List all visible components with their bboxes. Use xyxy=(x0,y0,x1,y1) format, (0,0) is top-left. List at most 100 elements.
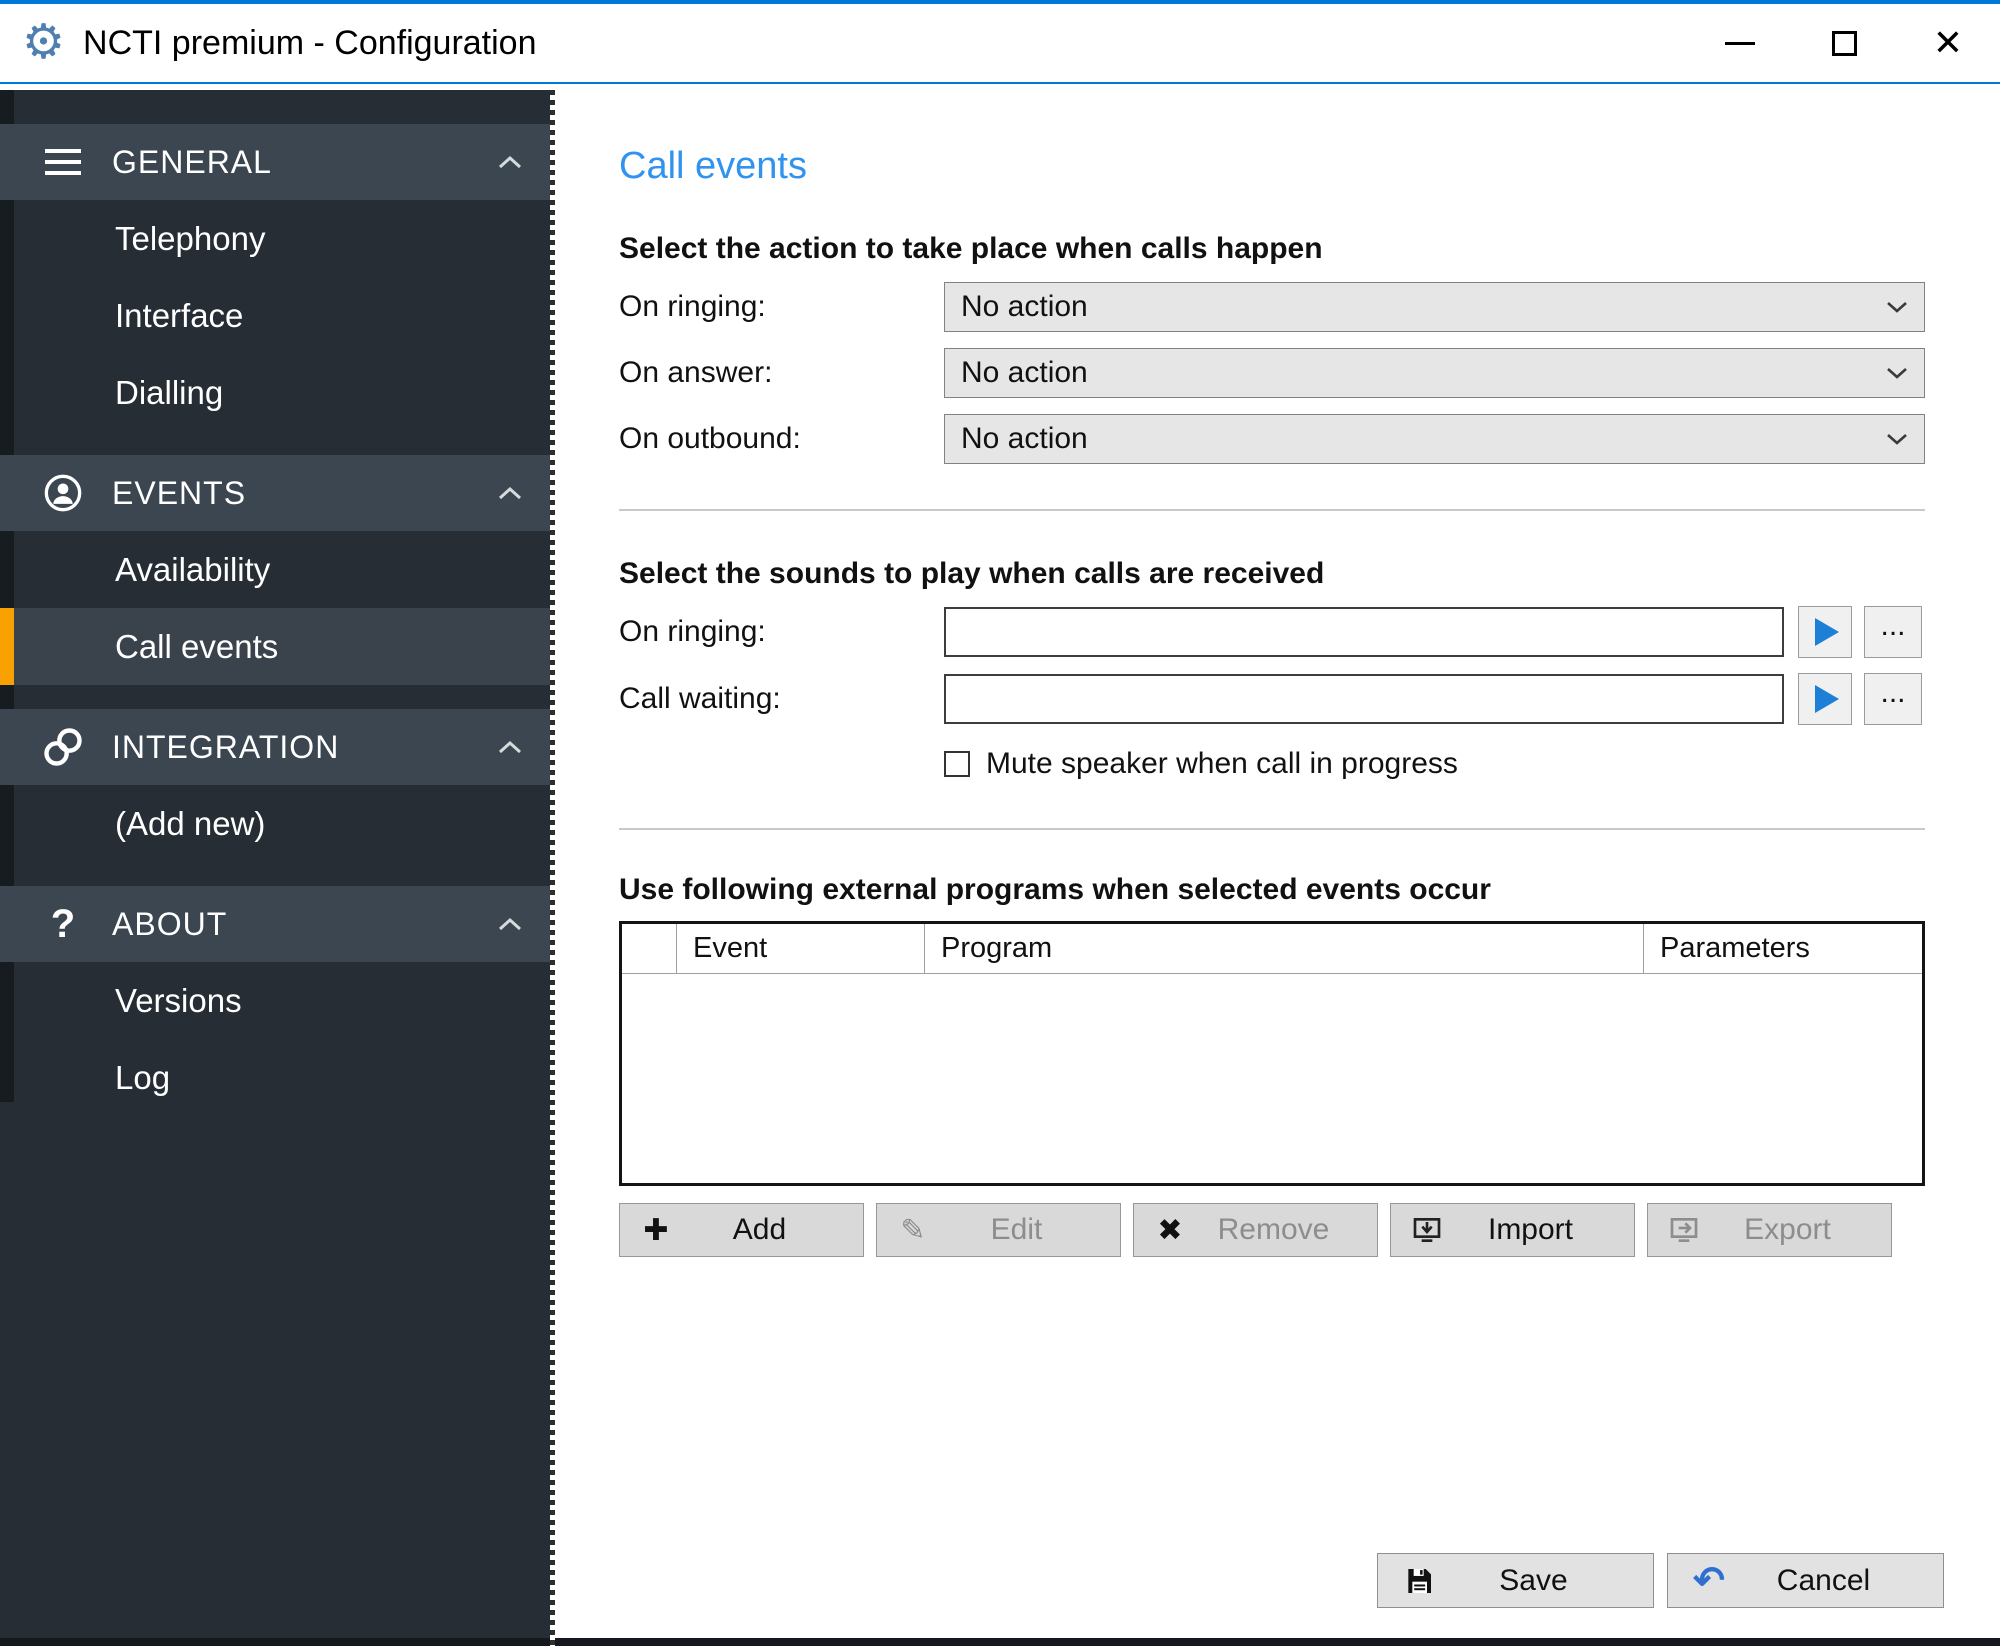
save-button[interactable]: Save xyxy=(1377,1553,1654,1608)
ringing-play-button[interactable] xyxy=(1798,606,1852,658)
main-panel: Call events Select the action to take pl… xyxy=(555,90,2000,1646)
sidebar-item-label: Call events xyxy=(115,628,278,666)
sidebar-item-dialling[interactable]: Dialling xyxy=(0,354,550,431)
ringing-browse-button[interactable]: ... xyxy=(1864,606,1922,658)
sidebar-item-telephony[interactable]: Telephony xyxy=(0,200,550,277)
ellipsis-icon: ... xyxy=(1880,676,1905,710)
save-icon xyxy=(1396,1565,1442,1597)
sidebar: GENERAL Telephony Interface Dialling EVE… xyxy=(0,90,550,1646)
remove-button[interactable]: ✖ Remove xyxy=(1133,1203,1378,1257)
chevron-up-icon xyxy=(498,486,522,500)
button-label: Save xyxy=(1442,1564,1653,1598)
footer-buttons: Save ↶ Cancel xyxy=(1377,1553,1944,1608)
column-header-program: Program xyxy=(925,924,1644,973)
sidebar-item-availability[interactable]: Availability xyxy=(0,531,550,608)
window-title: NCTI premium - Configuration xyxy=(83,24,536,63)
close-button[interactable]: ✕ xyxy=(1896,4,2000,82)
sidebar-header-events[interactable]: EVENTS xyxy=(0,455,550,531)
chevron-up-icon xyxy=(498,740,522,754)
cancel-arrow-icon: ↶ xyxy=(1686,1562,1732,1600)
sidebar-header-label: GENERAL xyxy=(112,144,272,181)
play-icon xyxy=(1815,685,1839,713)
combo-value: No action xyxy=(961,422,1088,456)
app-window: ⚙ NCTI premium - Configuration ✕ GENERAL… xyxy=(0,0,2000,1646)
sidebar-section-events: EVENTS Availability Call events xyxy=(0,455,550,685)
import-icon xyxy=(1405,1214,1449,1246)
play-icon xyxy=(1815,618,1839,646)
sidebar-item-log[interactable]: Log xyxy=(0,1039,550,1116)
on-ringing-label: On ringing: xyxy=(619,290,944,324)
waiting-sound-input[interactable] xyxy=(944,674,1784,724)
edit-icon: ✎ xyxy=(891,1213,935,1248)
sidebar-header-general[interactable]: GENERAL xyxy=(0,124,550,200)
import-button[interactable]: Import xyxy=(1390,1203,1635,1257)
button-label: Import xyxy=(1449,1213,1634,1247)
programs-table-body xyxy=(622,974,1922,1183)
splitter[interactable] xyxy=(550,90,555,1646)
cancel-button[interactable]: ↶ Cancel xyxy=(1667,1553,1944,1608)
waiting-play-button[interactable] xyxy=(1798,673,1852,725)
close-icon: ✕ xyxy=(1933,25,1963,61)
sidebar-item-label: Telephony xyxy=(115,220,265,258)
sidebar-header-label: EVENTS xyxy=(112,475,246,512)
sidebar-item-versions[interactable]: Versions xyxy=(0,962,550,1039)
waiting-sound-label: Call waiting: xyxy=(619,682,944,716)
button-label: Remove xyxy=(1192,1213,1377,1247)
mute-speaker-checkbox[interactable] xyxy=(944,751,970,777)
button-label: Edit xyxy=(935,1213,1120,1247)
app-gear-icon: ⚙ xyxy=(22,19,65,67)
minimize-icon xyxy=(1725,42,1755,45)
about-icon: ? xyxy=(38,902,88,947)
combo-value: No action xyxy=(961,356,1088,390)
page-title: Call events xyxy=(619,145,1925,188)
maximize-icon xyxy=(1832,31,1857,56)
export-button[interactable]: Export xyxy=(1647,1203,1892,1257)
events-icon xyxy=(38,473,88,513)
remove-icon: ✖ xyxy=(1148,1213,1192,1248)
sidebar-section-general: GENERAL Telephony Interface Dialling xyxy=(0,124,550,431)
menu-icon xyxy=(38,149,88,175)
sidebar-section-about: ? ABOUT Versions Log xyxy=(0,886,550,1116)
chevron-up-icon xyxy=(498,155,522,169)
integration-icon xyxy=(38,725,88,769)
sidebar-header-about[interactable]: ? ABOUT xyxy=(0,886,550,962)
maximize-button[interactable] xyxy=(1792,4,1896,82)
ellipsis-icon: ... xyxy=(1880,609,1905,643)
add-icon: ✚ xyxy=(634,1213,678,1248)
column-header-blank xyxy=(622,924,677,973)
on-ringing-select[interactable]: No action xyxy=(944,282,1925,332)
sidebar-item-call-events[interactable]: Call events xyxy=(0,608,550,685)
sidebar-item-label: Availability xyxy=(115,551,270,589)
waiting-browse-button[interactable]: ... xyxy=(1864,673,1922,725)
section-divider xyxy=(619,828,1925,830)
sidebar-header-integration[interactable]: INTEGRATION xyxy=(0,709,550,785)
ringing-sound-label: On ringing: xyxy=(619,615,944,649)
chevron-down-icon xyxy=(1886,301,1908,313)
programs-table: Event Program Parameters xyxy=(619,921,1925,1186)
combo-value: No action xyxy=(961,290,1088,324)
mute-speaker-row: Mute speaker when call in progress xyxy=(944,747,1925,781)
sidebar-section-integration: INTEGRATION (Add new) xyxy=(0,709,550,862)
sidebar-item-interface[interactable]: Interface xyxy=(0,277,550,354)
titlebar: ⚙ NCTI premium - Configuration ✕ xyxy=(0,4,2000,84)
minimize-button[interactable] xyxy=(1688,4,1792,82)
programs-table-header: Event Program Parameters xyxy=(622,924,1922,974)
caption-buttons: ✕ xyxy=(1688,4,2000,82)
ringing-sound-input[interactable] xyxy=(944,607,1784,657)
edit-button[interactable]: ✎ Edit xyxy=(876,1203,1121,1257)
on-outbound-select[interactable]: No action xyxy=(944,414,1925,464)
add-button[interactable]: ✚ Add xyxy=(619,1203,864,1257)
mute-speaker-label: Mute speaker when call in progress xyxy=(986,747,1458,781)
sidebar-item-label: Dialling xyxy=(115,374,223,412)
sidebar-item-label: Versions xyxy=(115,982,242,1020)
sidebar-item-add-new[interactable]: (Add new) xyxy=(0,785,550,862)
on-answer-select[interactable]: No action xyxy=(944,348,1925,398)
sidebar-header-label: INTEGRATION xyxy=(112,729,339,766)
on-answer-label: On answer: xyxy=(619,356,944,390)
sidebar-item-label: (Add new) xyxy=(115,805,265,843)
actions-heading: Select the action to take place when cal… xyxy=(619,232,1925,266)
ringing-sound-row: On ringing: ... xyxy=(619,606,1925,658)
programs-buttons: ✚ Add ✎ Edit ✖ Remove Import E xyxy=(619,1203,1925,1257)
on-answer-action-row: On answer: No action xyxy=(619,348,1925,398)
column-header-parameters: Parameters xyxy=(1644,924,1922,973)
